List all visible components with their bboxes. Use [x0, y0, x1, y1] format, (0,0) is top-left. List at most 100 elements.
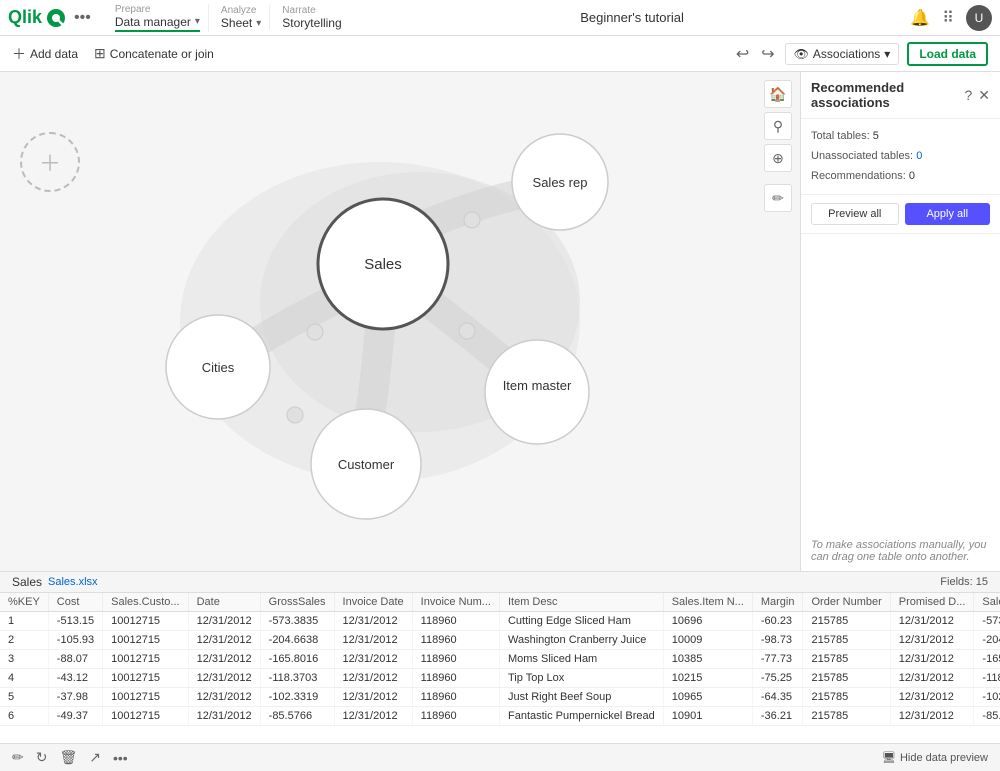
table-cell: -573.3835 [260, 612, 334, 631]
table-row: 5-37.981001271512/31/2012-102.331912/31/… [0, 688, 1000, 707]
table-cell: 12/31/2012 [890, 688, 974, 707]
qlik-logo: Qlik [8, 7, 66, 28]
table-cell: 215785 [803, 650, 890, 669]
table-name-label: Sales [12, 575, 42, 589]
associations-button[interactable]: 👁 Associations ▾ [785, 43, 900, 65]
concatenate-join-button[interactable]: ⊞ Concatenate or join [94, 45, 214, 62]
table-cell: 12/31/2012 [890, 669, 974, 688]
prepare-arrow: ▾ [195, 16, 200, 27]
table-cell: 12/31/2012 [188, 650, 260, 669]
table-cell: -204.66 [974, 631, 1000, 650]
narrate-value[interactable]: Storytelling [282, 16, 341, 30]
data-preview-bar: Sales Sales.xlsx Fields: 15 [0, 571, 1000, 593]
prepare-value[interactable]: Data manager ▾ [115, 15, 200, 29]
svg-text:Sales: Sales [364, 256, 402, 273]
topbar-right: 🔔 ⠿ U [910, 5, 992, 31]
narrate-section[interactable]: Narrate Storytelling [274, 5, 349, 30]
table-cell: -98.73 [752, 631, 803, 650]
topbar-menu-dots[interactable]: ••• [74, 9, 91, 27]
more-icon[interactable]: ••• [113, 750, 128, 766]
table-cell: 12/31/2012 [188, 631, 260, 650]
table-cell: 12/31/2012 [890, 650, 974, 669]
table-cell: -37.98 [48, 688, 102, 707]
prepare-section[interactable]: Prepare Data manager ▾ [107, 4, 209, 32]
unassociated-value: 0 [916, 150, 922, 162]
qlik-logo-text: Qlik [8, 7, 42, 28]
table-cell: 10012715 [103, 688, 188, 707]
table-cell: 10012715 [103, 650, 188, 669]
share-icon[interactable]: ↗ [89, 749, 101, 766]
table-cell: -64.35 [752, 688, 803, 707]
app-title: Beginner's tutorial [354, 10, 911, 25]
table-cell: 10696 [663, 612, 752, 631]
associations-arrow: ▾ [884, 47, 890, 61]
edit-icon[interactable]: ✏ [12, 749, 24, 766]
table-cell: -118.3703 [260, 669, 334, 688]
delete-icon[interactable]: 🗑 [59, 749, 77, 766]
table-cell: 118960 [412, 612, 499, 631]
table-cell: 12/31/2012 [334, 631, 412, 650]
table-cell: 215785 [803, 612, 890, 631]
refresh-icon[interactable]: ↻ [36, 749, 48, 766]
analyze-section[interactable]: Analyze Sheet ▾ [213, 5, 270, 30]
table-cell: 12/31/2012 [188, 669, 260, 688]
canvas-home-button[interactable]: 🏠 [764, 80, 792, 108]
canvas-area[interactable]: Sales Sales rep Cities Item master Custo… [0, 72, 800, 571]
panel-stats: Total tables: 5 Unassociated tables: 0 R… [801, 119, 1000, 195]
column-header: Order Number [803, 593, 890, 612]
table-cell: 118960 [412, 669, 499, 688]
canvas-search-button[interactable]: ⚲ [764, 112, 792, 140]
table-row: 3-88.071001271512/31/2012-165.801612/31/… [0, 650, 1000, 669]
table-cell: 10385 [663, 650, 752, 669]
table-cell: 118960 [412, 707, 499, 726]
table-cell: -204.6638 [260, 631, 334, 650]
table-cell: 10012715 [103, 631, 188, 650]
table-cell: -60.23 [752, 612, 803, 631]
fields-count-label: Fields: 15 [940, 576, 988, 588]
panel-help-icon[interactable]: ? [964, 87, 972, 104]
recommendations-label: Recommendations: [811, 170, 906, 182]
prepare-sub: Data manager [115, 15, 191, 29]
panel-title: Recommended associations [811, 80, 964, 110]
table-cell: 118960 [412, 650, 499, 669]
recommendations-value: 0 [909, 170, 915, 182]
join-icon: ⊞ [94, 45, 106, 62]
table-cell: -77.73 [752, 650, 803, 669]
analyze-label: Analyze [221, 5, 261, 16]
data-table-container[interactable]: %KEYCostSales.Custo...DateGrossSalesInvo… [0, 593, 1000, 743]
analyze-value[interactable]: Sheet ▾ [221, 16, 261, 30]
main-toolbar: ＋ Add data ⊞ Concatenate or join ↩ ↪ 👁 A… [0, 36, 1000, 72]
column-header: %KEY [0, 593, 48, 612]
table-cell: 12/31/2012 [188, 612, 260, 631]
apply-all-button[interactable]: Apply all [905, 203, 991, 225]
table-cell: 12/31/2012 [890, 707, 974, 726]
column-header: Promised D... [890, 593, 974, 612]
add-data-button[interactable]: ＋ Add data [12, 44, 78, 64]
table-cell: 10965 [663, 688, 752, 707]
undo-button[interactable]: ↩ [734, 42, 751, 66]
user-avatar[interactable]: U [966, 5, 992, 31]
hide-preview-button[interactable]: 🖥 Hide data preview [882, 751, 988, 764]
bottom-toolbar: ✏ ↻ 🗑 ↗ ••• 🖥 Hide data preview [0, 743, 1000, 771]
sidebar-panel: Recommended associations ? ✕ Total table… [800, 72, 1000, 571]
header-row: %KEYCostSales.Custo...DateGrossSalesInvo… [0, 593, 1000, 612]
table-row: 6-49.371001271512/31/2012-85.576612/31/2… [0, 707, 1000, 726]
table-row: 2-105.931001271512/31/2012-204.663812/31… [0, 631, 1000, 650]
redo-button[interactable]: ↪ [759, 42, 776, 66]
notification-icon[interactable]: 🔔 [910, 8, 930, 28]
table-cell: 1 [0, 612, 48, 631]
preview-all-button[interactable]: Preview all [811, 203, 899, 225]
table-header: %KEYCostSales.Custo...DateGrossSalesInvo… [0, 593, 1000, 612]
table-cell: 6 [0, 707, 48, 726]
grid-icon[interactable]: ⠿ [942, 8, 954, 28]
load-data-button[interactable]: Load data [907, 42, 988, 66]
canvas-zoom-button[interactable]: ⊕ [764, 144, 792, 172]
column-header: Sales [974, 593, 1000, 612]
table-cell: 12/31/2012 [334, 612, 412, 631]
panel-close-icon[interactable]: ✕ [978, 87, 990, 104]
add-table-button[interactable]: ＋ [20, 132, 80, 192]
analyze-sub: Sheet [221, 16, 252, 30]
canvas-brush-button[interactable]: ✏ [764, 184, 792, 212]
table-cell: Cutting Edge Sliced Ham [499, 612, 663, 631]
table-cell: 215785 [803, 631, 890, 650]
